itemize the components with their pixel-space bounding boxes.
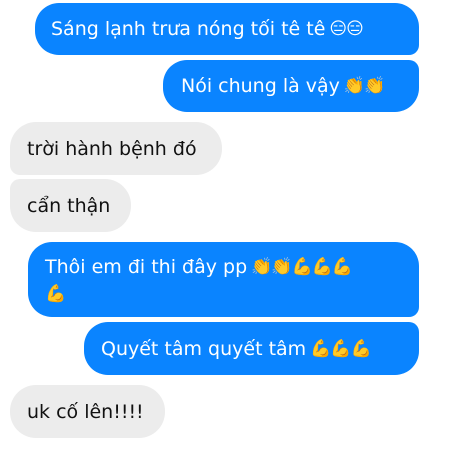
message-bubble-5[interactable]: Thôi em đi thi đây pp 👏👏💪💪💪 💪 bbox=[28, 242, 419, 317]
message-bubble-7[interactable]: uk cố lên!!!! bbox=[10, 385, 165, 438]
message-text: cẩn thận bbox=[27, 194, 111, 217]
message-bubble-6[interactable]: Quyết tâm quyết tâm 💪💪💪 bbox=[84, 322, 419, 375]
message-bubble-2[interactable]: Nói chung là vậy 👏👏 bbox=[163, 60, 419, 112]
message-bubble-1[interactable]: Sáng lạnh trưa nóng tối tê tê 😑😑 bbox=[35, 3, 419, 55]
expressionless-face-icon: 😑😑 bbox=[329, 19, 363, 39]
message-text: Sáng lạnh trưa nóng tối tê tê bbox=[51, 18, 326, 40]
clapping-hands-icon: 👏👏 bbox=[343, 76, 385, 96]
message-text: Quyết tâm quyết tâm bbox=[101, 337, 307, 360]
message-text: Nói chung là vậy bbox=[181, 75, 340, 97]
message-text: Thôi em đi thi đây pp bbox=[45, 256, 248, 278]
flexed-biceps-icon: 💪💪💪 bbox=[310, 338, 372, 359]
clapping-flexed-biceps-icon: 👏👏💪💪💪 bbox=[251, 257, 353, 277]
message-text: uk cố lên!!!! bbox=[27, 400, 144, 423]
flexed-biceps-icon: 💪 bbox=[45, 284, 66, 304]
message-bubble-4[interactable]: cẩn thận bbox=[10, 179, 131, 232]
message-text: trời hành bệnh đó bbox=[27, 137, 197, 160]
message-bubble-3[interactable]: trời hành bệnh đó bbox=[10, 122, 222, 175]
